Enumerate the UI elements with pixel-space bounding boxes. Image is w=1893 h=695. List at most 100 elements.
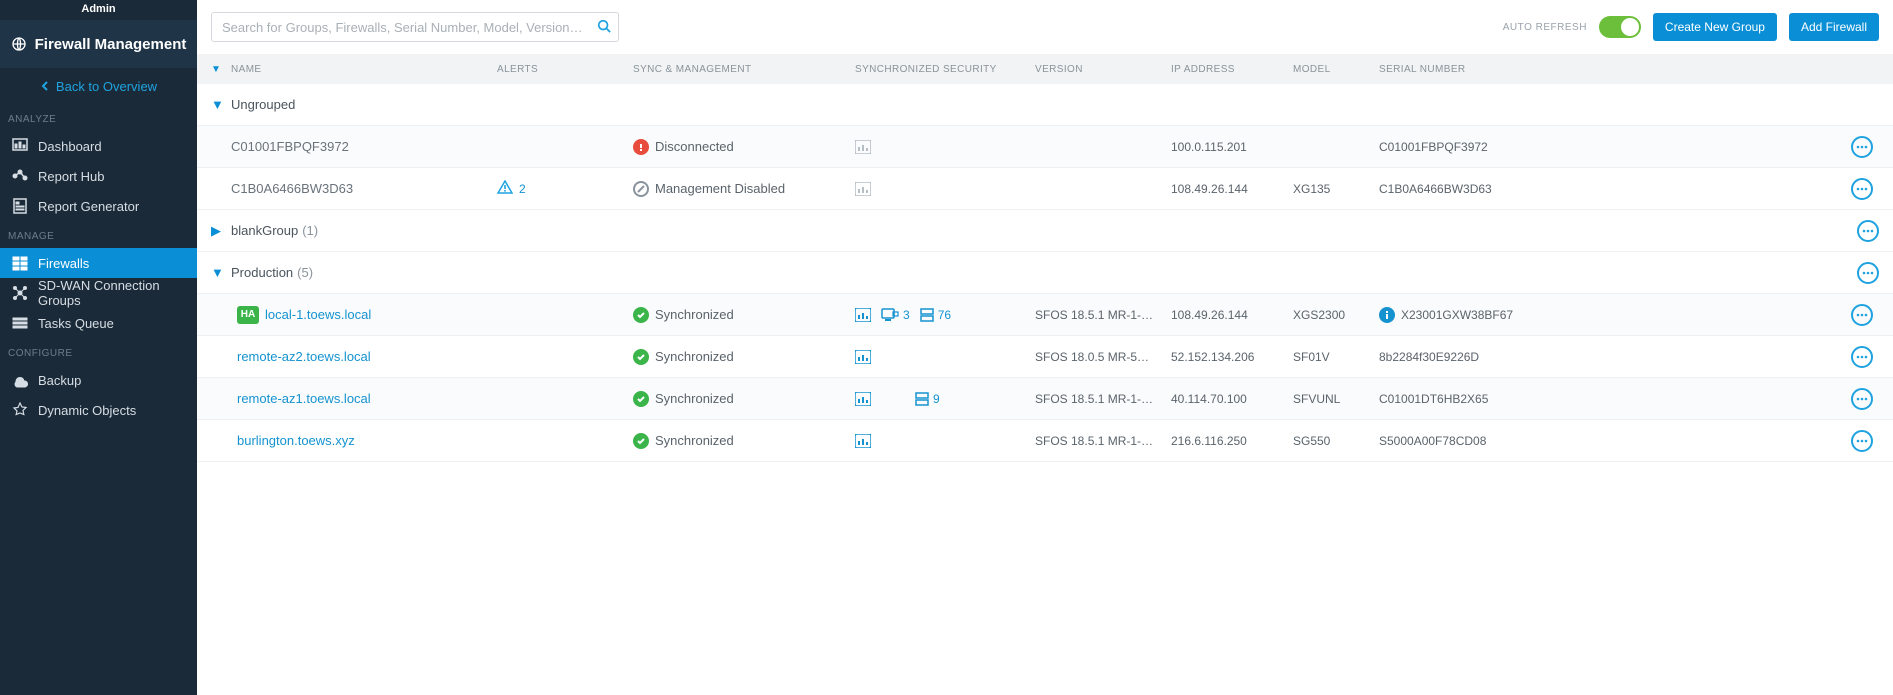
nav-label: SD-WAN Connection Groups: [38, 278, 185, 308]
nav-sdwan[interactable]: SD-WAN Connection Groups: [0, 278, 197, 308]
nav-report-hub[interactable]: Report Hub: [0, 161, 197, 191]
more-actions-button[interactable]: [1857, 262, 1879, 284]
more-actions-button[interactable]: [1851, 178, 1873, 200]
create-group-button[interactable]: Create New Group: [1653, 13, 1777, 41]
sidebar: Admin Firewall Management Back to Overvi…: [0, 0, 197, 695]
search-icon[interactable]: [597, 19, 611, 36]
chart-icon[interactable]: [855, 434, 871, 448]
firewall-name-link[interactable]: burlington.toews.xyz: [237, 433, 355, 448]
table-row: burlington.toews.xyz Synchronized SFOS 1…: [197, 420, 1893, 462]
warning-icon[interactable]: [497, 180, 513, 197]
back-label: Back to Overview: [56, 79, 157, 94]
add-firewall-button[interactable]: Add Firewall: [1789, 13, 1879, 41]
model: XG135: [1293, 182, 1379, 196]
group-blankgroup[interactable]: ▶ blankGroup (1): [197, 210, 1893, 252]
sync-status: Synchronized: [655, 391, 734, 406]
back-to-overview[interactable]: Back to Overview: [0, 68, 197, 104]
search-input[interactable]: [211, 12, 619, 42]
autorefresh-toggle[interactable]: [1599, 16, 1641, 38]
nav-report-generator[interactable]: Report Generator: [0, 191, 197, 221]
check-icon: [633, 433, 649, 449]
ip-address: 108.49.26.144: [1171, 182, 1293, 196]
section-configure: CONFIGURE: [0, 338, 197, 365]
sync-status: Synchronized: [655, 349, 734, 364]
nav-backup[interactable]: Backup: [0, 365, 197, 395]
firewall-name-link[interactable]: remote-az1.toews.local: [237, 391, 371, 406]
ip-address: 52.152.134.206: [1171, 350, 1293, 364]
table-row: HA local-1.toews.local Synchronized 3 76…: [197, 294, 1893, 336]
nav-dynamic[interactable]: Dynamic Objects: [0, 395, 197, 425]
more-actions-button[interactable]: [1851, 388, 1873, 410]
firewall-name-link[interactable]: remote-az2.toews.local: [237, 349, 371, 364]
nav-label: Firewalls: [38, 256, 89, 271]
nav-label: Backup: [38, 373, 81, 388]
firewall-name: C01001FBPQF3972: [231, 139, 349, 154]
ha-badge: HA: [237, 306, 259, 324]
endpoint-count[interactable]: 3: [881, 308, 910, 322]
more-actions-button[interactable]: [1857, 220, 1879, 242]
collapse-all-icon[interactable]: ▼: [211, 64, 225, 75]
col-ip[interactable]: IP ADDRESS: [1171, 64, 1293, 75]
col-sync[interactable]: SYNC & MANAGEMENT: [633, 64, 855, 75]
ip-address: 108.49.26.144: [1171, 308, 1293, 322]
section-analyze: ANALYZE: [0, 104, 197, 131]
main: AUTO REFRESH Create New Group Add Firewa…: [197, 0, 1893, 695]
section-manage: MANAGE: [0, 221, 197, 248]
col-model[interactable]: MODEL: [1293, 64, 1379, 75]
alert-count: 2: [519, 182, 526, 196]
group-ungrouped[interactable]: ▼ Ungrouped: [197, 84, 1893, 126]
more-actions-button[interactable]: [1851, 346, 1873, 368]
table-row: remote-az2.toews.local Synchronized SFOS…: [197, 336, 1893, 378]
sync-status: Management Disabled: [655, 181, 785, 196]
more-actions-button[interactable]: [1851, 304, 1873, 326]
dashboard-icon: [12, 138, 28, 154]
firewall-mgmt-icon: [11, 36, 27, 52]
alert-icon: [633, 139, 649, 155]
nav-label: Dynamic Objects: [38, 403, 136, 418]
admin-label: Admin: [0, 0, 197, 20]
version: SFOS 18.5.1 MR-1-…: [1035, 434, 1171, 448]
col-name[interactable]: NAME: [225, 64, 497, 75]
serial-number: S5000A00F78CD08: [1379, 434, 1541, 448]
firewall-name-link[interactable]: local-1.toews.local: [265, 307, 371, 322]
version: SFOS 18.0.5 MR-5…: [1035, 350, 1171, 364]
more-actions-button[interactable]: [1851, 136, 1873, 158]
page-title-bar: Firewall Management: [0, 20, 197, 68]
col-sec[interactable]: SYNCHRONIZED SECURITY: [855, 64, 1035, 75]
chart-icon[interactable]: [855, 392, 871, 406]
group-production[interactable]: ▼ Production (5): [197, 252, 1893, 294]
model: SF01V: [1293, 350, 1379, 364]
firewall-name: C1B0A6466BW3D63: [231, 181, 353, 196]
table-row: C01001FBPQF3972 Disconnected 100.0.115.2…: [197, 126, 1893, 168]
nav-dashboard[interactable]: Dashboard: [0, 131, 197, 161]
col-alerts[interactable]: ALERTS: [497, 64, 633, 75]
sdwan-icon: [12, 285, 28, 301]
col-version[interactable]: VERSION: [1035, 64, 1171, 75]
nav-firewalls[interactable]: Firewalls: [0, 248, 197, 278]
chart-icon[interactable]: [855, 308, 871, 322]
nav-label: Tasks Queue: [38, 316, 114, 331]
chevron-right-icon[interactable]: ▶: [211, 223, 225, 239]
group-name: Production: [225, 265, 293, 280]
nav-label: Report Generator: [38, 199, 139, 214]
server-count[interactable]: 9: [915, 392, 940, 406]
nav-tasks[interactable]: Tasks Queue: [0, 308, 197, 338]
server-count[interactable]: 76: [920, 308, 951, 322]
info-icon[interactable]: [1379, 307, 1395, 323]
chevron-down-icon[interactable]: ▼: [211, 265, 225, 280]
ip-address: 100.0.115.201: [1171, 140, 1293, 154]
disabled-icon: [633, 181, 649, 197]
model: XGS2300: [1293, 308, 1379, 322]
chevron-down-icon[interactable]: ▼: [211, 97, 225, 112]
more-actions-button[interactable]: [1851, 430, 1873, 452]
toolbar: AUTO REFRESH Create New Group Add Firewa…: [197, 0, 1893, 54]
nav-label: Report Hub: [38, 169, 104, 184]
backup-icon: [12, 372, 28, 388]
tasks-icon: [12, 315, 28, 331]
table-row: remote-az1.toews.local Synchronized 9 SF…: [197, 378, 1893, 420]
dynamic-icon: [12, 402, 28, 418]
autorefresh-label: AUTO REFRESH: [1503, 22, 1587, 33]
col-serial[interactable]: SERIAL NUMBER: [1379, 64, 1541, 75]
chart-icon[interactable]: [855, 350, 871, 364]
page-title: Firewall Management: [35, 36, 187, 53]
